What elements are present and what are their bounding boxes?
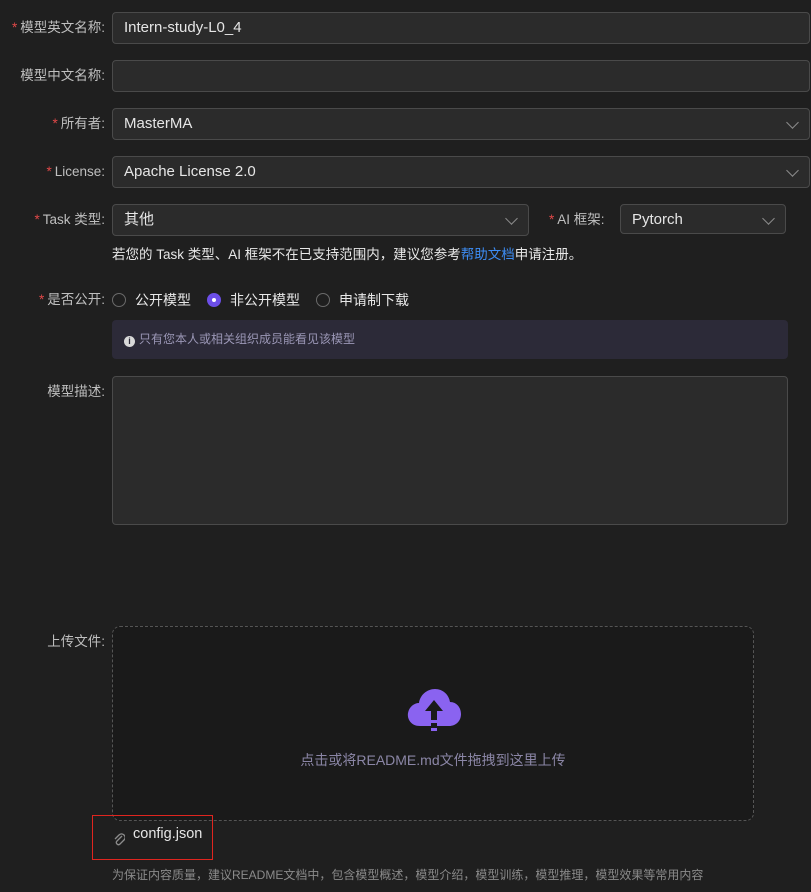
cloud-upload-icon (407, 689, 461, 731)
owner-select[interactable]: MasterMA (112, 108, 810, 140)
hint-text-end: 申请注册。 (514, 247, 583, 262)
chevron-down-icon (762, 212, 775, 225)
paperclip-icon (114, 833, 125, 846)
task-label: * Task 类型: (34, 212, 105, 227)
framework-select[interactable]: Pytorch (620, 204, 786, 234)
upload-footnote: 为保证内容质量，建议README文档中，包含模型概述，模型介绍，模型训练，模型推… (112, 868, 704, 882)
hint-text: 若您的 Task 类型、AI 框架不在已支持范围内，建议您参考 (112, 247, 461, 262)
radio-public[interactable]: 公开模型 (112, 290, 191, 310)
framework-label: * AI 框架: (549, 212, 605, 227)
license-select[interactable]: Apache License 2.0 (112, 156, 810, 188)
en-name-label: * 模型英文名称: (11, 20, 105, 35)
owner-label: * 所有者: (52, 116, 105, 131)
radio-private-label: 非公开模型 (230, 292, 300, 308)
framework-value: Pytorch (632, 211, 683, 228)
info-icon: i (124, 336, 135, 347)
radio-icon (316, 293, 330, 307)
chevron-down-icon (786, 164, 799, 177)
license-label: * License: (46, 164, 105, 179)
license-value: Apache License 2.0 (124, 163, 256, 180)
notice-text: 只有您本人或相关组织成员能看见该模型 (139, 332, 356, 346)
visibility-notice: i 只有您本人或相关组织成员能看见该模型 (112, 320, 788, 359)
radio-request-download[interactable]: 申请制下载 (316, 290, 409, 310)
task-select[interactable]: 其他 (112, 204, 529, 236)
upload-label: 上传文件: (47, 634, 105, 649)
cn-name-input[interactable] (112, 60, 810, 92)
chevron-down-icon (505, 212, 518, 225)
description-label: 模型描述: (47, 384, 105, 399)
radio-checked-icon (207, 293, 221, 307)
radio-private[interactable]: 非公开模型 (207, 290, 300, 310)
framework-hint: 若您的 Task 类型、AI 框架不在已支持范围内，建议您参考帮助文档申请注册。 (112, 243, 582, 263)
uploaded-file-item[interactable]: config.json (92, 815, 213, 860)
en-name-input[interactable]: Intern-study-L0_4 (112, 12, 810, 44)
owner-value: MasterMA (124, 115, 193, 132)
radio-public-label: 公开模型 (135, 292, 191, 308)
upload-dropzone[interactable]: 点击或将README.md文件拖拽到这里上传 (112, 626, 754, 821)
upload-instruction: 点击或将README.md文件拖拽到这里上传 (300, 752, 566, 768)
cn-name-label: 模型中文名称: (20, 68, 105, 83)
help-doc-link[interactable]: 帮助文档 (461, 247, 515, 262)
uploaded-file-name: config.json (133, 826, 203, 842)
task-value: 其他 (124, 211, 155, 228)
radio-request-label: 申请制下载 (339, 292, 409, 308)
radio-icon (112, 293, 126, 307)
chevron-down-icon (786, 116, 799, 129)
visibility-radio-group: 公开模型 非公开模型 申请制下载 (112, 284, 425, 316)
visibility-label: * 是否公开: (38, 292, 105, 307)
description-textarea[interactable] (112, 376, 788, 525)
